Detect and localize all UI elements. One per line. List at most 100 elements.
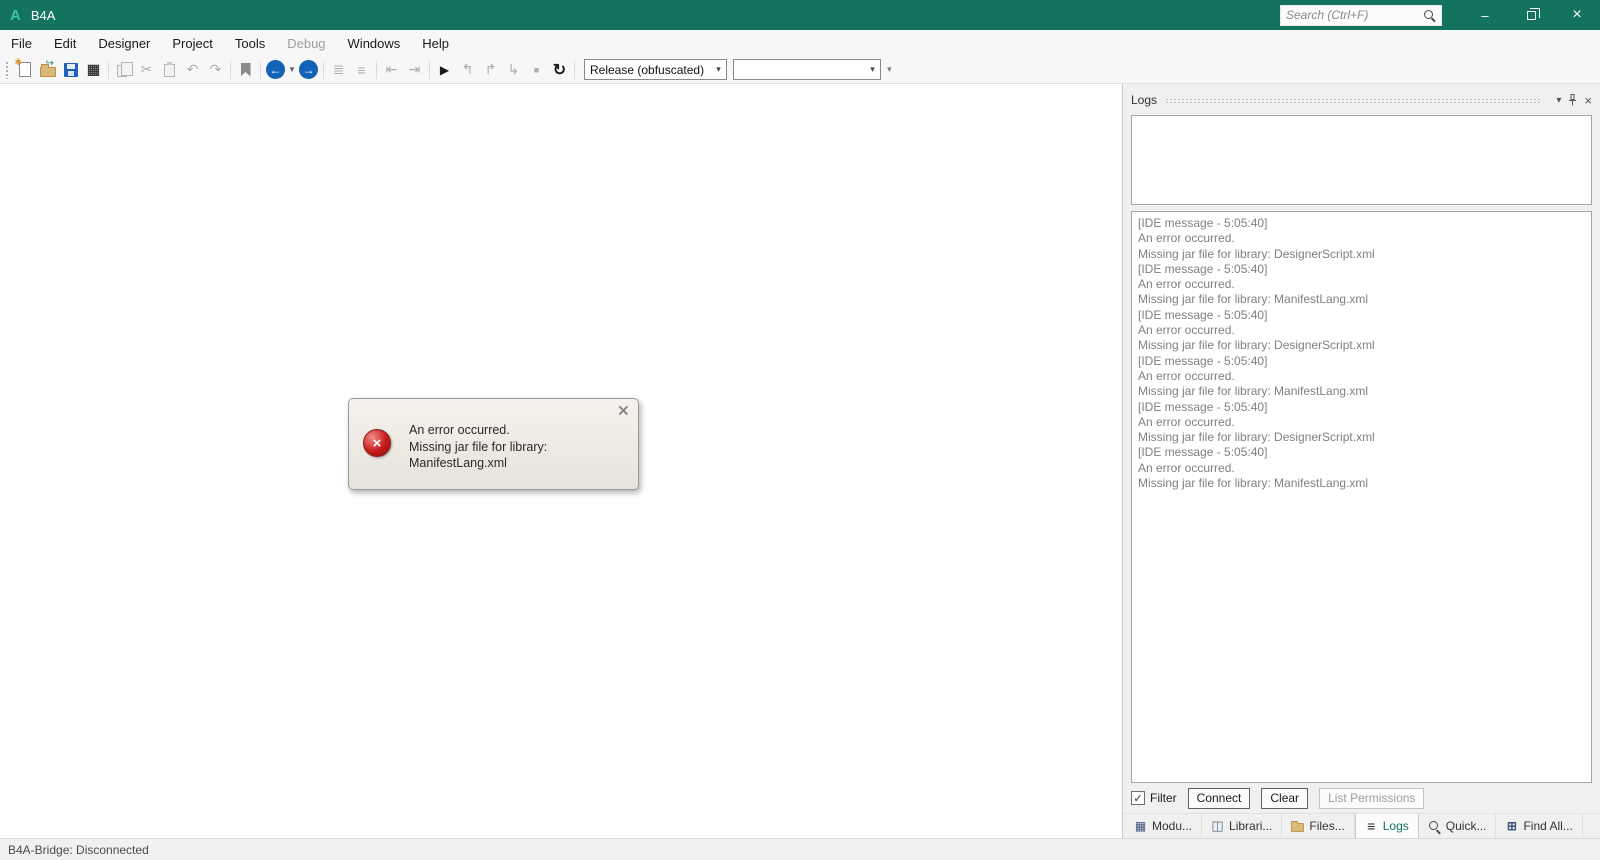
paste-button bbox=[158, 58, 181, 81]
step-into-icon: ↰ bbox=[461, 61, 474, 77]
menu-item[interactable]: Help bbox=[411, 30, 460, 56]
new-project-button[interactable] bbox=[13, 57, 36, 81]
log-entry-detail: Missing jar file for library: ManifestLa… bbox=[1138, 384, 1369, 399]
clear-button[interactable]: Clear bbox=[1261, 787, 1309, 809]
close-icon: × bbox=[1584, 92, 1592, 108]
indent-button: ⇥ bbox=[403, 58, 426, 81]
toolbar-grip-handle[interactable] bbox=[5, 60, 10, 79]
chevron-down-icon: ▾ bbox=[289, 64, 295, 74]
close-icon: × bbox=[617, 401, 629, 422]
close-button[interactable]: × bbox=[1554, 0, 1600, 30]
error-line-1: An error occurred. bbox=[409, 423, 510, 437]
stop-button: ■ bbox=[525, 58, 548, 81]
menu-item[interactable]: Tools bbox=[224, 30, 276, 56]
toolbar-separator bbox=[260, 60, 261, 79]
navigate-back-dropdown[interactable]: ▾ bbox=[287, 64, 297, 75]
open-project-button[interactable] bbox=[36, 58, 59, 81]
toolbar-separator bbox=[574, 60, 575, 79]
panel-close-button[interactable]: × bbox=[1584, 93, 1592, 108]
bookmark-button[interactable] bbox=[234, 58, 257, 81]
build-configuration-select[interactable]: Release (obfuscated) ▾ bbox=[584, 59, 727, 80]
menu-item[interactable]: Project bbox=[161, 30, 223, 56]
log-entry-timestamp: [IDE message - 5:05:40] bbox=[1138, 216, 1268, 230]
panel-menu-button[interactable]: ▾ bbox=[1556, 95, 1561, 106]
error-line-3: ManifestLang.xml bbox=[409, 456, 507, 470]
menu-item-label: File bbox=[11, 35, 32, 51]
menu-item[interactable]: Windows bbox=[337, 30, 412, 56]
panel-pin-button[interactable] bbox=[1568, 94, 1577, 106]
log-entry-timestamp: [IDE message - 5:05:40] bbox=[1138, 307, 1268, 322]
error-icon: × bbox=[363, 429, 391, 457]
toolbar-overflow-button[interactable]: ▾ bbox=[887, 64, 892, 74]
main-area: × An error occurred. Missing jar file fo… bbox=[0, 84, 1600, 838]
run-button[interactable]: ▶ bbox=[433, 58, 456, 81]
undo-icon: ↶ bbox=[186, 61, 199, 77]
logs-panel-header[interactable]: Logs ▾ × bbox=[1123, 90, 1600, 110]
connect-button[interactable]: Connect bbox=[1187, 787, 1251, 809]
menu-item[interactable]: File bbox=[0, 30, 43, 56]
log-entry-detail: Missing jar file for library: ManifestLa… bbox=[1138, 292, 1369, 307]
tab-icon bbox=[1134, 820, 1147, 833]
outdent-icon: ⇤ bbox=[385, 61, 398, 77]
error-popup-close-button[interactable]: × bbox=[618, 401, 629, 423]
log-output-list[interactable]: [IDE message - 5:05:40] An error occurre… bbox=[1131, 211, 1592, 783]
chevron-down-icon: ▾ bbox=[716, 64, 721, 74]
outdent-button: ⇤ bbox=[380, 58, 403, 81]
menu-item[interactable]: Edit bbox=[43, 30, 87, 56]
global-search[interactable] bbox=[1280, 4, 1442, 26]
log-entry-detail: Missing jar file for library: DesignerSc… bbox=[1138, 338, 1375, 353]
rebuild-icon: ↻ bbox=[552, 61, 567, 79]
filter-checkbox[interactable]: ✓ bbox=[1131, 791, 1145, 805]
log-entry-message: An error occurred. bbox=[1138, 460, 1235, 475]
bottom-tab[interactable]: Files... bbox=[1282, 814, 1355, 838]
log-entry-detail: Missing jar file for library: ManifestLa… bbox=[1138, 476, 1369, 491]
clear-label: Clear bbox=[1270, 791, 1300, 805]
rebuild-button[interactable]: ↻ bbox=[548, 58, 571, 81]
list-permissions-button: List Permissions bbox=[1319, 787, 1425, 809]
menu-item-label: Edit bbox=[53, 35, 77, 51]
menu-item-label: Debug bbox=[287, 35, 326, 51]
tab-label: Files... bbox=[1309, 819, 1345, 833]
error-line-2: Missing jar file for library: bbox=[409, 439, 548, 454]
tab-icon bbox=[1505, 820, 1518, 833]
bottom-tab[interactable]: Find All... bbox=[1496, 814, 1583, 838]
search-input[interactable] bbox=[1286, 8, 1423, 22]
comment-button: ≣ bbox=[327, 58, 350, 81]
bottom-tab[interactable]: Modu... bbox=[1125, 814, 1203, 838]
stop-icon: ■ bbox=[533, 64, 540, 75]
bottom-tab[interactable]: Quick... bbox=[1419, 814, 1497, 838]
error-popup: × An error occurred. Missing jar file fo… bbox=[348, 398, 639, 490]
restore-button[interactable] bbox=[1508, 0, 1554, 30]
redo-icon: ↷ bbox=[209, 61, 222, 77]
comment-icon: ≣ bbox=[332, 61, 345, 77]
titlebar: A B4A – × bbox=[0, 0, 1600, 30]
bottom-tab[interactable]: Librari... bbox=[1202, 814, 1283, 838]
tab-icon bbox=[1428, 820, 1441, 833]
chevron-down-icon: ▾ bbox=[887, 64, 892, 74]
minimize-icon: – bbox=[1481, 7, 1489, 23]
minimize-button[interactable]: – bbox=[1462, 0, 1508, 30]
menu-item-label: Tools bbox=[234, 35, 266, 51]
open-folder-icon bbox=[39, 58, 56, 77]
package-icon: ▦ bbox=[86, 61, 101, 77]
export-package-button[interactable]: ▦ bbox=[82, 58, 105, 81]
check-icon: ✓ bbox=[1133, 792, 1143, 805]
code-editor-area[interactable]: × An error occurred. Missing jar file fo… bbox=[0, 84, 1122, 838]
toolbar-separator bbox=[230, 60, 231, 79]
log-filter-box[interactable] bbox=[1131, 115, 1592, 205]
log-entry-timestamp: [IDE message - 5:05:40] bbox=[1138, 353, 1268, 368]
step-into-button: ↰ bbox=[456, 58, 479, 81]
tab-label: Librari... bbox=[1229, 819, 1273, 833]
cut-icon: ✂ bbox=[140, 61, 153, 77]
menubar: File Edit Designer Project Tools Debug W… bbox=[0, 30, 1600, 56]
search-icon[interactable] bbox=[1423, 9, 1436, 22]
save-button[interactable] bbox=[59, 58, 82, 81]
bottom-tab[interactable]: Logs bbox=[1354, 814, 1419, 838]
navigate-back-button[interactable]: ← bbox=[264, 58, 287, 81]
menu-item[interactable]: Debug bbox=[276, 30, 336, 56]
menu-item[interactable]: Designer bbox=[87, 30, 161, 56]
tab-label: Modu... bbox=[1152, 819, 1193, 833]
navigate-forward-button[interactable]: → bbox=[297, 58, 320, 81]
toolbar-separator bbox=[108, 60, 109, 79]
module-select[interactable]: ▾ bbox=[733, 59, 881, 80]
